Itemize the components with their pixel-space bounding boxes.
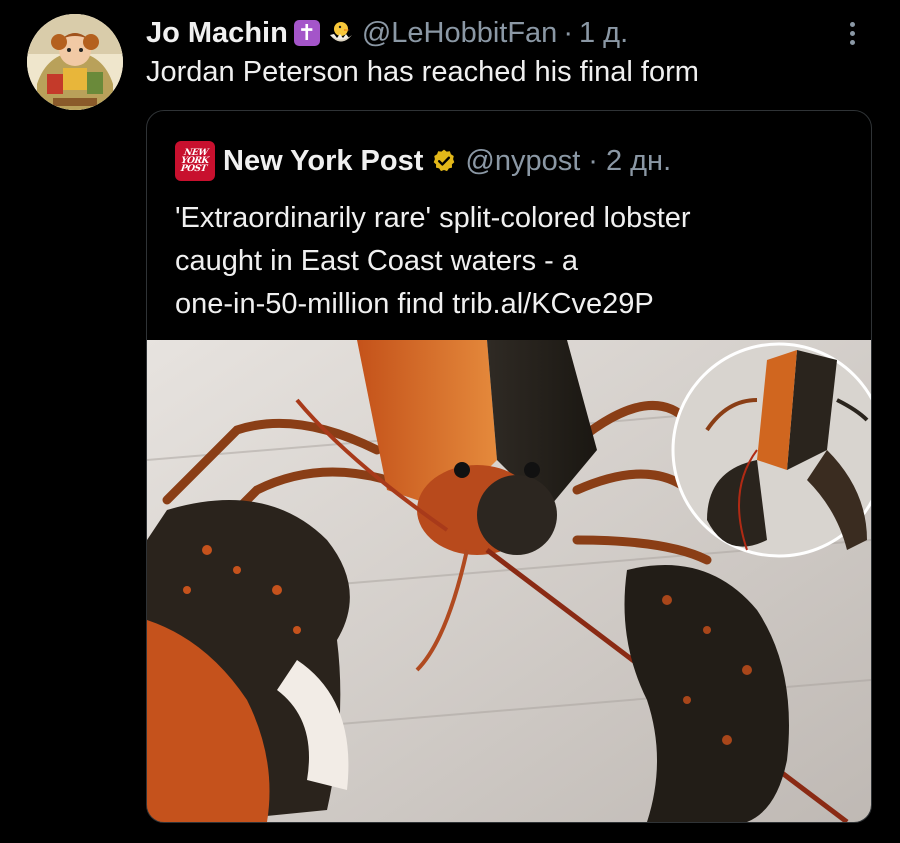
more-dot [849, 39, 855, 45]
more-dot [849, 21, 855, 27]
nypost-logo-text: NEW YORK POST [180, 148, 211, 174]
latin-cross-icon: ✝ [293, 20, 320, 46]
quoted-tweet-text: 'Extraordinarily rare' split-colored lob… [175, 197, 775, 326]
author-avatar[interactable] [27, 14, 123, 110]
quoted-text-line: caught in East Coast waters - a [175, 245, 578, 277]
separator-dot: · [563, 16, 573, 49]
quoted-tweet-card[interactable]: NEW YORK POST New York Post @nypost · 2 … [146, 110, 872, 823]
hatching-chick-icon [326, 18, 356, 48]
nypost-logo-avatar[interactable]: NEW YORK POST [175, 141, 215, 181]
tweet-timestamp[interactable]: 1 д. [579, 17, 628, 50]
quoted-tweet-header: NEW YORK POST New York Post @nypost · 2 … [175, 141, 671, 181]
tweet-header: Jo Machin ✝ @LeHobbitFan · 1 д. [146, 12, 628, 54]
quoted-author-handle[interactable]: @nypost [465, 145, 580, 178]
tweet-text: Jordan Peterson has reached his final fo… [146, 56, 699, 88]
more-dot [849, 30, 855, 36]
author-name[interactable]: Jo Machin [146, 17, 288, 50]
verified-gold-badge-icon [431, 148, 457, 174]
author-handle[interactable]: @LeHobbitFan [362, 17, 558, 50]
quoted-author-name[interactable]: New York Post [223, 145, 423, 178]
lobster-photo[interactable] [147, 340, 871, 822]
quoted-tweet-timestamp[interactable]: 2 дн. [606, 145, 671, 178]
separator-dot: · [588, 144, 598, 177]
more-vertical-icon[interactable] [840, 16, 864, 50]
lobster-photo-illustration [147, 340, 871, 822]
logo-line-3: POST [180, 164, 208, 174]
quoted-text-line: one-in-50-million find trib.al/KCve29P [175, 288, 654, 320]
quoted-text-line: 'Extraordinarily rare' split-colored lob… [175, 202, 691, 234]
avatar-illustration [27, 14, 123, 110]
